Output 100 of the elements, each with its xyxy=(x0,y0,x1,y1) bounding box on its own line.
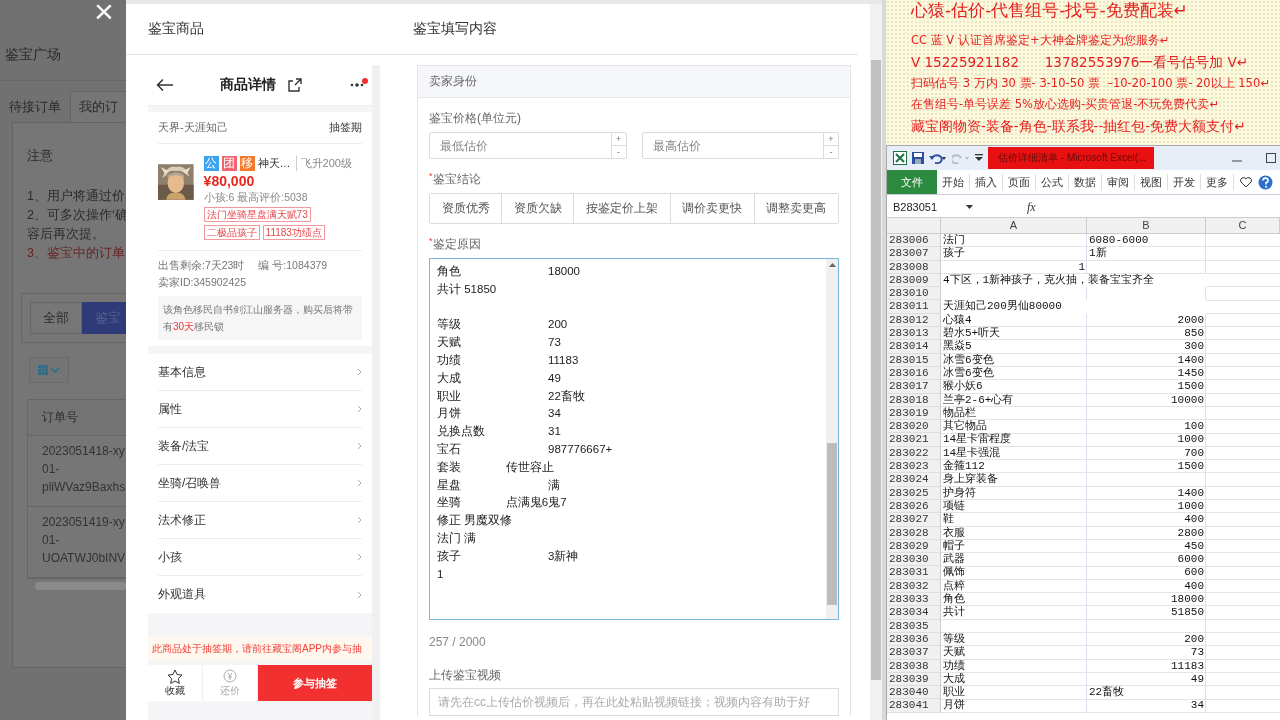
table-cell-text: 14星卡强混 xyxy=(942,446,1002,460)
video-link-field[interactable]: 请先在cc上传估价视频后，再在此处粘贴视频链接；视频内容有助于好 xyxy=(429,688,839,716)
menu-item[interactable]: 外观道具 xyxy=(158,576,362,613)
caret-icon[interactable] xyxy=(966,205,973,209)
row-number: 283010 xyxy=(887,287,941,301)
text-line: 孩子 3新神 xyxy=(437,548,580,564)
menu-item[interactable]: 属性 xyxy=(158,391,362,428)
close-button[interactable]: × xyxy=(94,0,114,28)
text-line: 月饼 34 xyxy=(437,406,562,422)
window-title: 估价详细清单 - Microsoft Excel(... xyxy=(988,147,1154,169)
ribbon-tab[interactable]: 视图 xyxy=(1135,174,1168,190)
remaining-time: 出售剩余:7天23时 xyxy=(158,259,245,273)
notice-text: 3、鉴宝中的订单 xyxy=(27,245,126,262)
ribbon-tab[interactable]: 数据 xyxy=(1069,174,1102,190)
ribbon-tab[interactable]: 插入 xyxy=(970,174,1003,190)
ribbon-tab[interactable]: 开始 xyxy=(937,174,970,190)
text-line: 兑换点数 31 xyxy=(437,424,562,440)
view-toggle-button[interactable] xyxy=(29,357,69,383)
promo-text: 在售组号-单号误差 5%放心选购-买贵管退-不玩免费代卖↵ xyxy=(911,96,1220,113)
table-cell-text: 700 xyxy=(1183,446,1205,461)
customize-icon[interactable] xyxy=(975,153,983,163)
insert-function-button[interactable]: fx xyxy=(1027,199,1036,215)
badge: 公 xyxy=(203,156,219,171)
coin-icon xyxy=(223,668,237,684)
field-label: *鉴宝结论 xyxy=(429,171,482,188)
row-number: 283024 xyxy=(887,473,941,487)
decrement-button[interactable]: - xyxy=(611,146,626,158)
text-line: 天赋 73 xyxy=(437,335,562,351)
row-number: 283040 xyxy=(887,686,941,700)
text-line: 坐骑 点满鬼6鬼7 xyxy=(437,495,568,511)
text-line: 星盘 满 xyxy=(437,477,561,493)
table-cell-text: 共计 xyxy=(942,606,966,620)
menu-item[interactable]: 法术修正 xyxy=(158,502,362,539)
ribbon-tab[interactable]: 开发 xyxy=(1168,174,1201,190)
menu-item[interactable]: 基本信息 xyxy=(158,354,362,391)
menu-item[interactable]: 小孩 xyxy=(158,539,362,576)
table-cell-text: 月饼 xyxy=(942,699,966,713)
row-number: 283033 xyxy=(887,593,941,607)
table-cell-text: 1000 xyxy=(1176,433,1205,447)
number-field[interactable]: 最高估价 + - xyxy=(641,132,839,159)
chevron-right-icon xyxy=(357,405,362,413)
chevron-right-icon xyxy=(357,368,362,376)
save-icon[interactable] xyxy=(912,152,924,164)
decrement-button[interactable]: - xyxy=(824,146,838,158)
promo-text: 藏宝阁物资-装备-角色-联系我--抽红包-免费大额支付↵ xyxy=(911,117,1247,136)
heart-icon[interactable] xyxy=(1240,176,1252,188)
table-cell-text: 49 xyxy=(1189,672,1205,687)
table-cell-text: 850 xyxy=(1183,327,1205,341)
back-arrow-icon[interactable] xyxy=(156,78,174,92)
caret-icon xyxy=(50,367,60,373)
ribbon-tab[interactable]: 更多 xyxy=(1201,174,1234,190)
table-cell-text: 物品栏 xyxy=(942,406,977,420)
ribbon-tab[interactable]: 审阅 xyxy=(1102,174,1135,190)
ribbon-tab[interactable]: 公式 xyxy=(1036,174,1069,190)
row-number: 283011 xyxy=(887,300,941,314)
lottery-notice: 此商品处于抽签期，请前往藏宝阁APP内参与抽 xyxy=(148,637,372,661)
column-header: B xyxy=(1087,218,1206,233)
table-cell-text: 6000 xyxy=(1176,553,1205,567)
ribbon-tab[interactable]: 页面 xyxy=(1003,174,1036,190)
text-line: 等级 200 xyxy=(437,317,569,333)
increment-button[interactable]: + xyxy=(824,133,838,146)
text-line: 1 xyxy=(437,566,445,582)
table-cell-text: 大成 xyxy=(942,672,966,686)
option-button[interactable]: 资质优秀 xyxy=(430,194,503,223)
help-icon[interactable] xyxy=(1258,174,1273,190)
promo-text: CC 蓝 V 认证首席鉴定+大神金牌鉴定为您服务↵ xyxy=(911,32,1171,49)
table-cell-text: 兰亭2-6+心有 xyxy=(942,393,1015,407)
table-cell-text: 1 xyxy=(1077,260,1086,274)
table-cell: 天涯知己200男仙80000 xyxy=(941,300,1206,314)
table-cell-text: 项链 xyxy=(942,499,966,513)
section-title: 鉴宝填写内容 xyxy=(413,20,497,38)
menu-item[interactable]: 装备/法宝 xyxy=(158,428,362,465)
promo-text: 扫码估号 3 万内 30 票- 3-10-50 票 –10-20-100 票- 20以上 150↵ xyxy=(911,75,1271,92)
more-icon[interactable] xyxy=(350,83,364,87)
number-field[interactable]: 最低估价 + - xyxy=(429,132,627,159)
increment-button[interactable]: + xyxy=(611,133,626,146)
row-number: 283013 xyxy=(887,327,941,341)
table-cell-text: 金箍112 xyxy=(942,460,986,473)
table-cell-text: 冰雪6变色 xyxy=(942,366,995,380)
section-title: 鉴宝商品 xyxy=(148,20,205,38)
row-number: 283014 xyxy=(887,340,941,354)
table-cell-text: 孩子 xyxy=(942,247,966,261)
badge: 团 xyxy=(221,156,237,171)
name-box[interactable]: B283051 xyxy=(893,201,938,213)
table-cell-text: 1450 xyxy=(1176,366,1205,381)
spreadsheet-logo-icon[interactable] xyxy=(893,151,907,165)
menu-item[interactable]: 坐骑/召唤兽 xyxy=(158,465,362,502)
join-lottery-button[interactable]: 参与抽签 xyxy=(258,665,372,701)
table-cell-text: 帽子 xyxy=(942,539,966,553)
maximize-icon[interactable] xyxy=(1266,153,1276,163)
row-number: 283041 xyxy=(887,699,941,713)
reason-field[interactable]: 角色 18000 共计 51850 等级 200 天赋 73 功绩 11183 大成 49 职业 22畜牧 月饼 34 兑换点数 31 宝石 987776667+ 套装 传世容止 星盘 满 坐骑 点满鬼6鬼7 修正 男魔双修 法门 满 孩子 3新神 1 xyxy=(429,258,839,620)
undo-icon[interactable] xyxy=(929,152,947,164)
share-icon[interactable] xyxy=(288,78,302,92)
chevron-right-icon xyxy=(357,442,362,450)
table-cell-text: 18000 xyxy=(1170,593,1205,607)
table-cell-text: 天赋 xyxy=(942,646,966,660)
row-number: 283023 xyxy=(887,460,941,474)
field-label: *鉴定原因 xyxy=(429,236,482,253)
table-cell-text: 鞋 xyxy=(942,513,955,527)
